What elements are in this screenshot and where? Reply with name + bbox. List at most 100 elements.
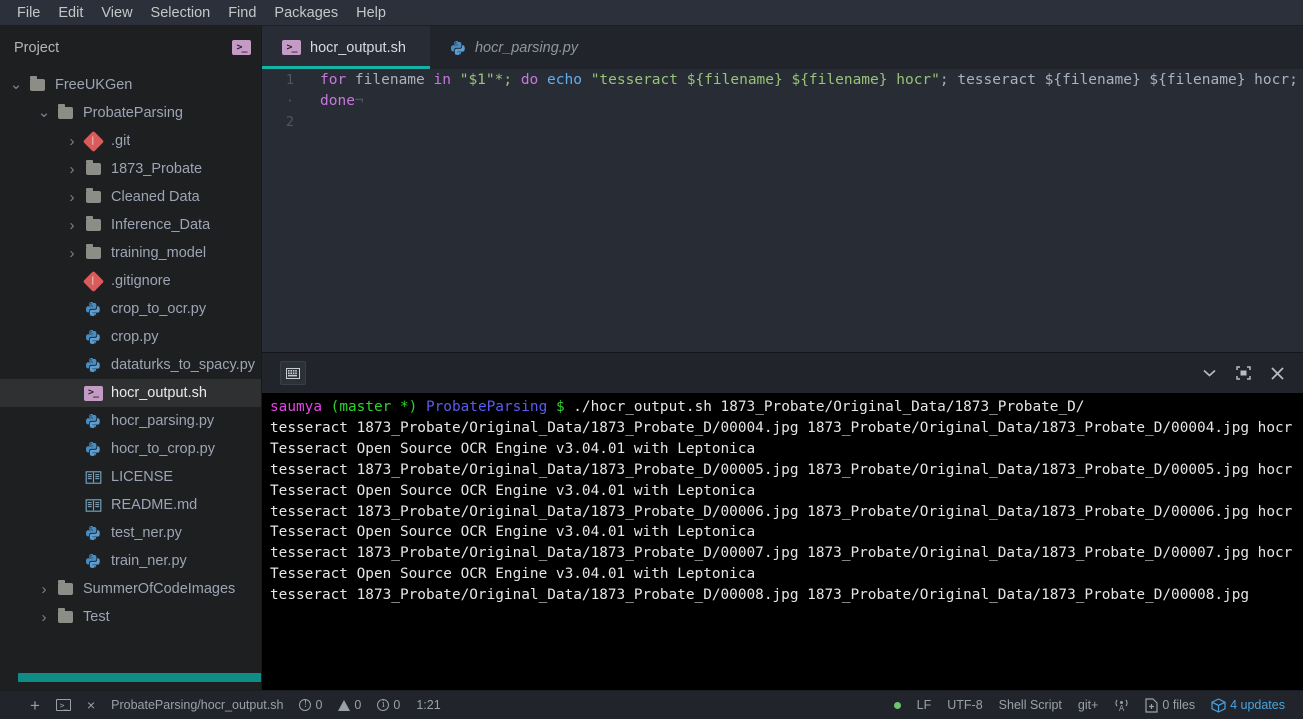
tree-item-hocr-output-sh[interactable]: >_ hocr_output.sh xyxy=(0,379,261,407)
menu-item-view[interactable]: View xyxy=(92,3,141,23)
status-warnings[interactable]: 0 xyxy=(330,698,369,712)
add-pane-button[interactable]: + xyxy=(22,697,48,714)
code-line: · done¬ xyxy=(262,90,1303,111)
editor-tab-hocr-output-sh[interactable]: >_ hocr_output.sh xyxy=(262,26,430,69)
tree-item-test[interactable]: › Test xyxy=(0,603,261,631)
status-info[interactable]: i 0 xyxy=(369,698,408,712)
folder-glyph xyxy=(29,76,45,91)
tree-item-train-ner-py[interactable]: train_ner.py xyxy=(0,547,261,575)
chevron-down-icon[interactable]: ⌄ xyxy=(6,77,26,92)
tree-item-training-model[interactable]: › training_model xyxy=(0,239,261,267)
line-ending-selector[interactable]: LF xyxy=(909,698,940,712)
tree-item-label: SummerOfCodeImages xyxy=(83,581,236,597)
folder-glyph xyxy=(85,160,101,175)
git-changed-files[interactable]: 0 files xyxy=(1137,697,1203,713)
tree-item-freeukgen[interactable]: ⌄ FreeUKGen xyxy=(0,71,261,99)
tree-item-label: train_ner.py xyxy=(111,553,187,569)
toggle-terminal-button[interactable]: >_ xyxy=(48,699,79,711)
python-icon xyxy=(82,301,104,317)
terminal-output-line: tesseract 1873_Probate/Original_Data/187… xyxy=(270,419,1293,436)
tree-item-dataturks-to-spacy-py[interactable]: dataturks_to_spacy.py xyxy=(0,351,261,379)
terminal-close-button[interactable] xyxy=(1263,360,1291,386)
git-branch-status[interactable]: git+ xyxy=(1070,698,1107,712)
tree-item-readme-md[interactable]: README.md xyxy=(0,491,261,519)
tree-item-label: README.md xyxy=(111,497,198,513)
git-mark: ❘ xyxy=(89,275,97,286)
menu-item-help[interactable]: Help xyxy=(347,3,395,23)
shell-script-icon: >_ xyxy=(232,40,251,55)
chevron-right-icon[interactable]: › xyxy=(62,134,82,149)
maximize-icon xyxy=(1235,366,1251,380)
close-pane-button[interactable]: × xyxy=(79,698,103,712)
menu-item-file[interactable]: File xyxy=(8,3,49,23)
git-icon: ❘ xyxy=(82,270,104,292)
code-token-done: done xyxy=(320,92,355,109)
terminal-command: ./hocr_output.sh 1873_Probate/Original_D… xyxy=(564,399,1085,415)
tree-item-gitignore[interactable]: ❘ .gitignore xyxy=(0,267,261,295)
python-icon xyxy=(85,302,100,317)
folder-icon xyxy=(82,216,104,231)
tree-item-label: crop_to_ocr.py xyxy=(111,301,207,317)
folder-icon xyxy=(82,160,104,175)
menu-item-selection[interactable]: Selection xyxy=(142,3,220,23)
tree-item-crop-to-ocr-py[interactable]: crop_to_ocr.py xyxy=(0,295,261,323)
tree-item-inference-data[interactable]: › Inference_Data xyxy=(0,211,261,239)
chevron-right-icon[interactable]: › xyxy=(62,162,82,177)
tree-item-hocr-parsing-py[interactable]: hocr_parsing.py xyxy=(0,407,261,435)
sidebar-horizontal-scrollbar[interactable] xyxy=(18,673,261,682)
terminal-collapse-button[interactable] xyxy=(1195,360,1223,386)
menu-item-packages[interactable]: Packages xyxy=(265,3,347,23)
chevron-right-icon[interactable]: › xyxy=(62,246,82,261)
tree-item-crop-py[interactable]: crop.py xyxy=(0,323,261,351)
keyboard-icon xyxy=(286,367,300,379)
git-mark: ❘ xyxy=(89,135,97,146)
chevron-right-icon[interactable]: › xyxy=(34,582,54,597)
menu-item-find[interactable]: Find xyxy=(219,3,265,23)
editor-tab-hocr-parsing-py[interactable]: hocr_parsing.py xyxy=(430,26,602,69)
status-errors[interactable]: ! 0 xyxy=(291,698,330,712)
code-token-string: "tesseract ${filename} ${filename} hocr" xyxy=(590,71,940,88)
status-file-path[interactable]: ProbateParsing/hocr_output.sh xyxy=(103,698,291,712)
teletype-button[interactable]: A xyxy=(1106,698,1137,712)
chevron-right-icon[interactable]: › xyxy=(62,218,82,233)
chevron-right-icon[interactable]: › xyxy=(34,610,54,625)
grammar-selector[interactable]: Shell Script xyxy=(991,698,1070,712)
tree-item-summerofcodeimages[interactable]: › SummerOfCodeImages xyxy=(0,575,261,603)
tree-item-hocr-to-crop-py[interactable]: hocr_to_crop.py xyxy=(0,435,261,463)
menu-item-edit[interactable]: Edit xyxy=(49,3,92,23)
warning-icon xyxy=(338,699,351,711)
chevron-down-icon[interactable]: ⌄ xyxy=(34,105,54,120)
close-icon xyxy=(1270,366,1284,380)
folder-icon xyxy=(82,244,104,259)
updates-count: 4 updates xyxy=(1230,698,1285,712)
python-icon xyxy=(85,554,100,569)
green-dot-icon xyxy=(893,701,901,709)
info-count: 0 xyxy=(393,698,401,712)
updates-button[interactable]: 4 updates xyxy=(1203,697,1293,713)
chevron-right-icon[interactable]: › xyxy=(62,190,82,205)
terminal-tab-button[interactable] xyxy=(280,361,306,385)
tree-item-label: Cleaned Data xyxy=(111,189,200,205)
tree-item-1873-probate[interactable]: › 1873_Probate xyxy=(0,155,261,183)
tree-item-cleaned-data[interactable]: › Cleaned Data xyxy=(0,183,261,211)
folder-glyph xyxy=(57,580,73,595)
eol-marker: ¬ xyxy=(354,92,364,109)
terminal-toolbar xyxy=(262,353,1303,393)
tree-item-label: 1873_Probate xyxy=(111,161,203,177)
cursor-position[interactable]: 1:21 xyxy=(408,698,448,712)
encoding-selector[interactable]: UTF-8 xyxy=(939,698,990,712)
code-editor[interactable]: 1 for filename in "$1"*; do echo "tesser… xyxy=(262,69,1303,352)
tree-item-label: hocr_output.sh xyxy=(111,385,207,401)
code-token-filename: filename xyxy=(346,71,434,88)
tree-item-probateparsing[interactable]: ⌄ ProbateParsing xyxy=(0,99,261,127)
tree-item-label: .gitignore xyxy=(111,273,171,289)
terminal-output[interactable]: saumya (master *) ProbateParsing $ ./hoc… xyxy=(262,393,1303,690)
tree-item-git[interactable]: › ❘ .git xyxy=(0,127,261,155)
tree-item-license[interactable]: LICENSE xyxy=(0,463,261,491)
editor-tab-bar: >_ hocr_output.sh hocr_parsing.py xyxy=(262,26,1303,69)
terminal-maximize-button[interactable] xyxy=(1229,360,1257,386)
python-icon xyxy=(85,442,100,457)
workspace: Project >_ ⌄ FreeUKGen ⌄ ProbateParsing › ❘ .g… xyxy=(0,26,1303,690)
tree-item-test-ner-py[interactable]: test_ner.py xyxy=(0,519,261,547)
book-icon xyxy=(85,470,101,484)
